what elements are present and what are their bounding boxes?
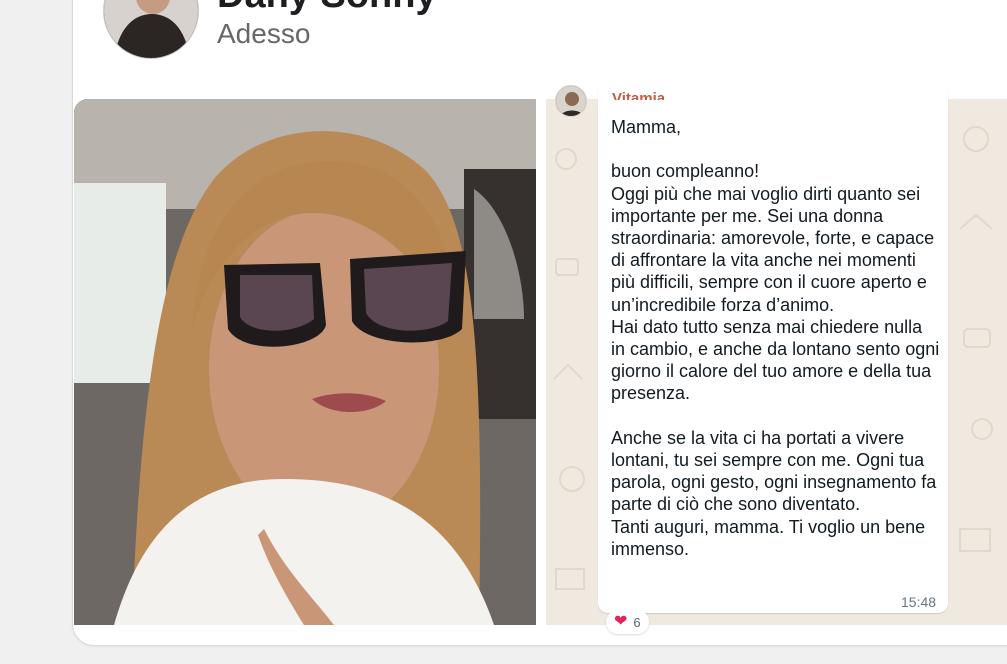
- reaction-count: 6: [633, 614, 641, 630]
- message-time: 15:48: [901, 594, 937, 610]
- post-timestamp[interactable]: Adesso: [217, 18, 310, 50]
- reaction-badge[interactable]: ❤ 6: [606, 610, 649, 634]
- message-text: Mamma, buon compleanno! Oggi più che mai…: [611, 117, 940, 559]
- post-photo[interactable]: [74, 99, 536, 625]
- sender-avatar: [555, 85, 587, 117]
- author-name[interactable]: Dany Sonny: [217, 0, 437, 17]
- heart-icon: ❤: [614, 613, 628, 630]
- selfie-image: [74, 99, 536, 625]
- sender-name: Vitamia: [612, 90, 666, 100]
